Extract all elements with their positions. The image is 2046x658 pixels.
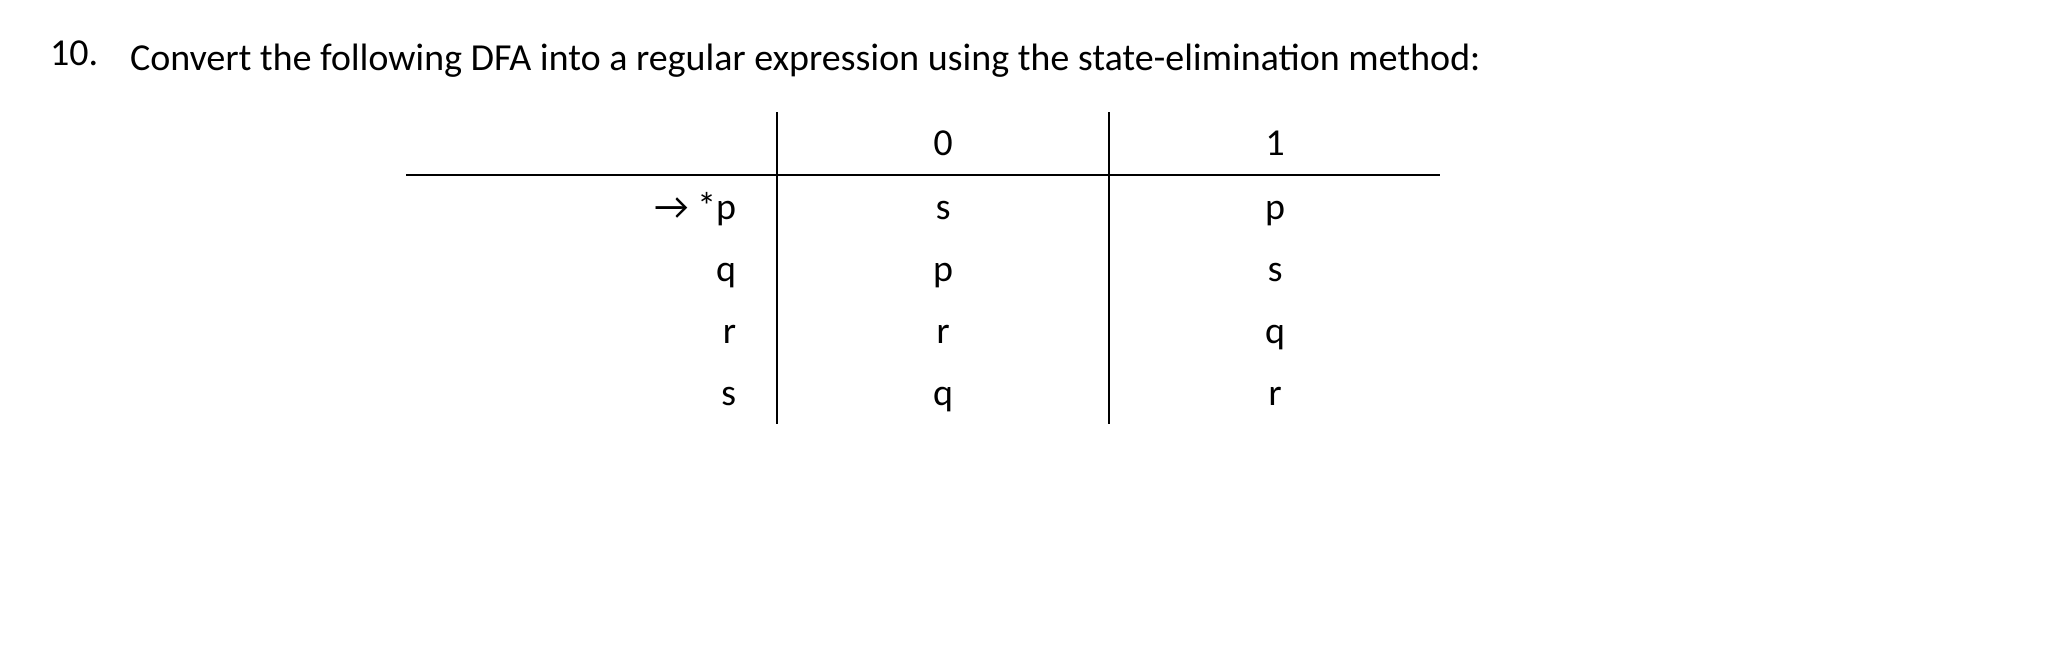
trans-cell: s [777,175,1109,238]
dfa-transition-table: 0 1 → *p s p q p s r r q s q r [406,112,1440,424]
trans-cell: q [777,362,1109,424]
dfa-table-container: 0 1 → *p s p q p s r r q s q r [0,112,1996,424]
table-row: s q r [406,362,1440,424]
header-state [406,112,777,175]
table-row: r r q [406,300,1440,362]
state-cell: s [406,362,777,424]
state-cell: → *p [406,175,777,238]
trans-cell: r [1109,362,1440,424]
header-col0: 0 [777,112,1109,175]
state-cell: r [406,300,777,362]
table-header-row: 0 1 [406,112,1440,175]
table-row: → *p s p [406,175,1440,238]
state-cell: q [406,238,777,300]
table-row: q p s [406,238,1440,300]
trans-cell: p [1109,175,1440,238]
trans-cell: r [777,300,1109,362]
trans-cell: q [1109,300,1440,362]
question-number: 10. [50,30,130,76]
header-col1: 1 [1109,112,1440,175]
question-text: Convert the following DFA into a regular… [130,30,1996,87]
question-block: 10. Convert the following DFA into a reg… [50,30,1996,87]
trans-cell: s [1109,238,1440,300]
trans-cell: p [777,238,1109,300]
